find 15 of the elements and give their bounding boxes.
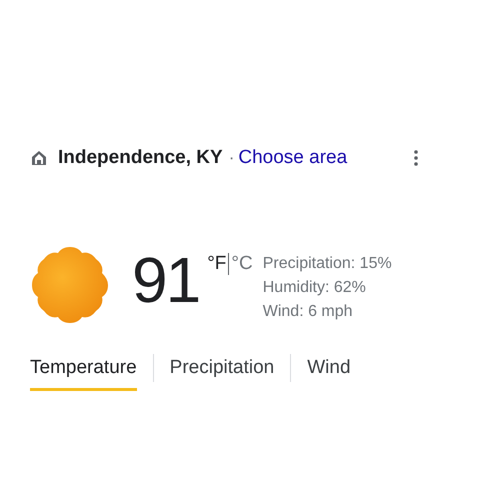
temperature-value: 91 xyxy=(132,248,200,312)
weather-detail: Precipitation: 15% xyxy=(262,254,392,274)
tab[interactable]: Temperature xyxy=(30,351,137,391)
weather-detail: Humidity: 62% xyxy=(262,278,367,298)
unit-toggle[interactable]: °C xyxy=(229,253,255,275)
more-options-icon[interactable] xyxy=(414,149,418,167)
tab[interactable]: Precipitation xyxy=(170,351,274,391)
unit-toggle[interactable]: °F xyxy=(205,253,228,275)
home-icon xyxy=(30,149,48,167)
choose-area-link[interactable]: Choose area xyxy=(238,147,348,169)
sun-icon xyxy=(30,245,110,325)
separator-dot: · xyxy=(228,148,234,168)
tab[interactable]: Wind xyxy=(307,351,351,391)
weather-detail: Wind: 6 mph xyxy=(262,302,354,322)
location-name: Independence, KY xyxy=(58,147,223,169)
